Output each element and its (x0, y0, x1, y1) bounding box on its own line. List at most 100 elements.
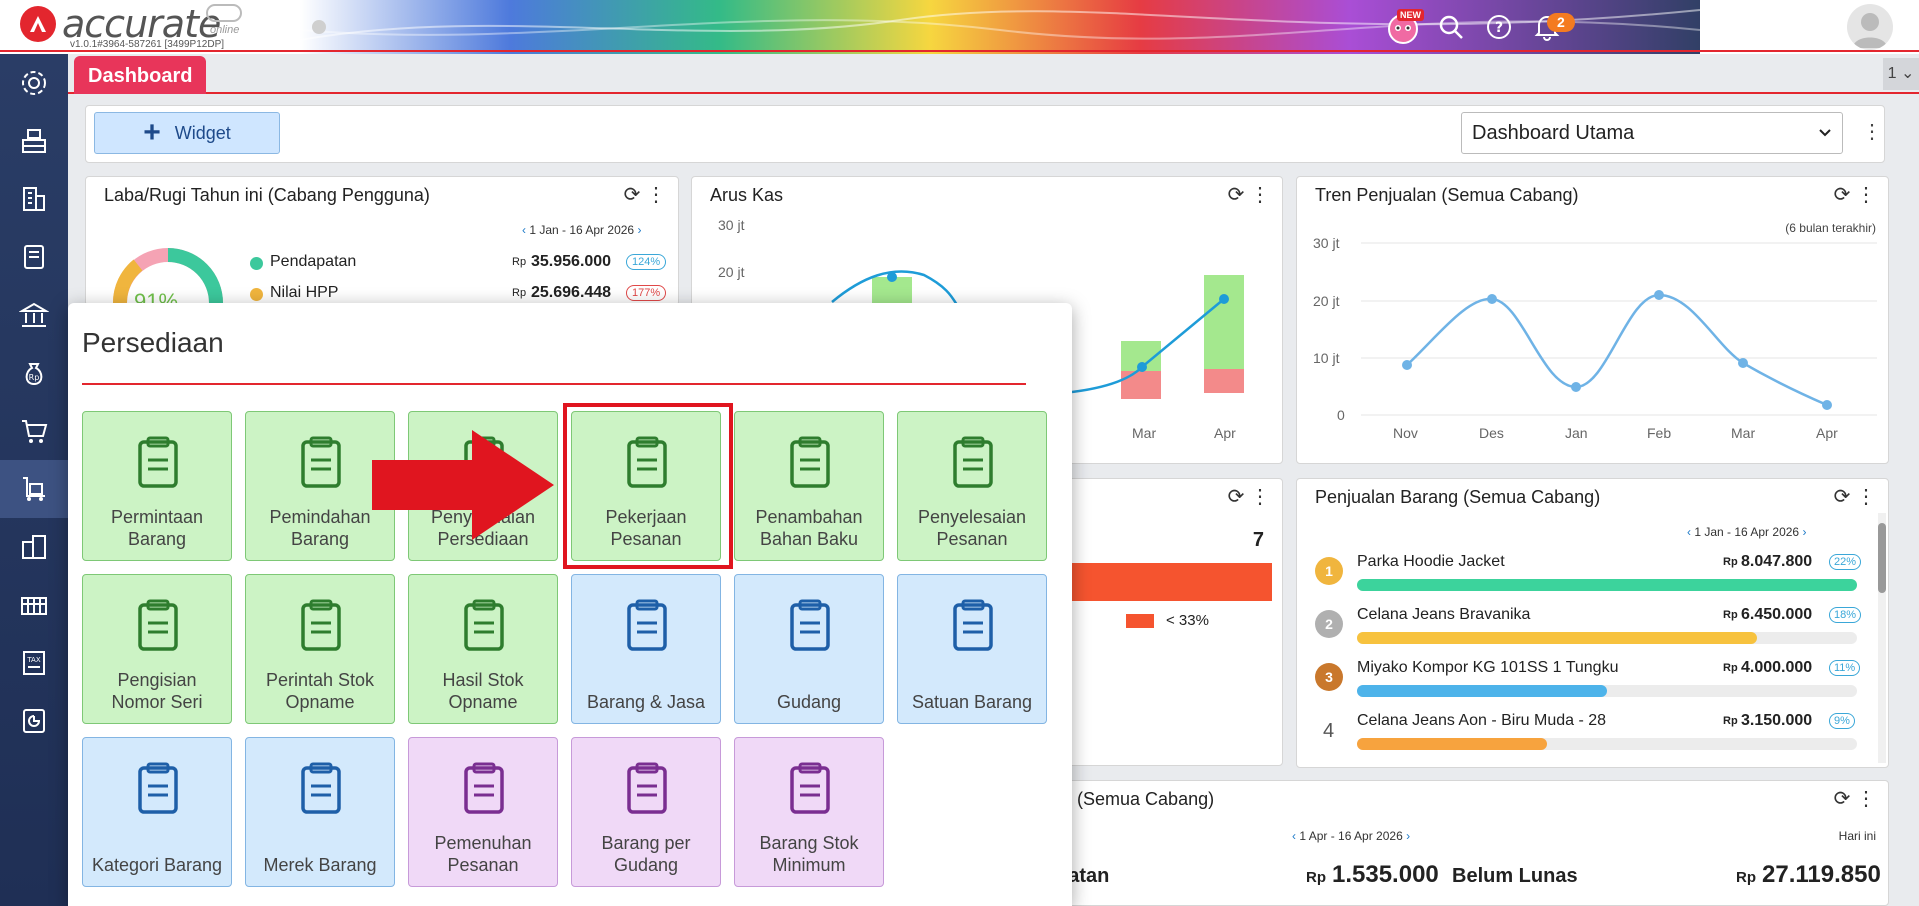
menu-tile[interactable]: Barang & Jasa (571, 574, 721, 724)
tile-label: Pengisian Nomor Seri (111, 670, 203, 712)
new-feature-button[interactable]: NEW (1385, 9, 1424, 45)
add-widget-button[interactable]: + Widget (94, 112, 280, 154)
more-icon[interactable]: ⋮ (646, 184, 666, 206)
chevron-right-icon[interactable]: › (1802, 525, 1806, 539)
item-currency: Rp (1723, 556, 1738, 568)
tab-dashboard[interactable]: Dashboard (74, 56, 207, 94)
scrollbar-thumb[interactable] (1878, 523, 1886, 593)
search-button[interactable] (1433, 9, 1469, 45)
sidebar-item-cashier[interactable] (0, 112, 68, 170)
menu-tile[interactable]: Satuan Barang (897, 574, 1047, 724)
penjualan-date-range[interactable]: ‹ 1 Jan - 16 Apr 2026 › (1687, 525, 1806, 539)
list-item[interactable]: 2 Celana Jeans Bravanika Rp 6.450.000 18% (1315, 606, 1865, 652)
order-fulfillment-icon (464, 762, 504, 814)
laba-row-badge: 177% (626, 285, 667, 301)
item-progress-track (1357, 579, 1857, 591)
chevron-down-icon (1819, 129, 1831, 137)
sidebar-item-ledger[interactable] (0, 228, 68, 286)
item-currency: Rp (1723, 662, 1738, 674)
laba-row-value: 35.956.000 (531, 253, 612, 270)
sidebar-item-settings[interactable] (0, 54, 68, 112)
persediaan-menu: Persediaan Permintaan Barang Pemindahan B… (68, 303, 1072, 906)
sidebar-item-tax[interactable]: TAX (0, 634, 68, 692)
menu-tile[interactable]: Merek Barang (245, 737, 395, 887)
scrollbar[interactable] (1878, 513, 1886, 763)
user-company-name[interactable]: Fifi Fashion (1715, 6, 1829, 32)
bottom-tools: ⟳ ⋮ (1834, 786, 1876, 811)
sidebar-item-sales[interactable] (0, 402, 68, 460)
chevron-right-icon[interactable]: › (637, 223, 641, 237)
chevron-left-icon[interactable]: ‹ (1687, 525, 1691, 539)
menu-tile[interactable]: Kategori Barang (82, 737, 232, 887)
forklift-transfer-icon (301, 436, 341, 488)
more-icon[interactable]: ⋮ (1856, 788, 1876, 810)
report-icon (23, 709, 45, 733)
item-name: Celana Jeans Bravanika (1357, 606, 1531, 623)
tile-label: Pemenuhan Pesanan (434, 833, 532, 875)
sidebar-item-bank[interactable] (0, 286, 68, 344)
building-icon (23, 187, 45, 211)
menu-tile[interactable]: Permintaan Barang (82, 411, 232, 561)
sidebar-item-manufacturing[interactable] (0, 576, 68, 634)
status-dot (312, 20, 326, 34)
menu-tile[interactable]: Barang per Gudang (571, 737, 721, 887)
menu-tile[interactable]: Barang Stok Minimum (734, 737, 884, 887)
notification-count: 2 (1547, 13, 1575, 32)
list-item[interactable]: 4 Celana Jeans Aon - Biru Muda - 28 Rp 3.15… (1315, 712, 1865, 758)
legend-dot (250, 288, 263, 301)
tab-overflow-menu[interactable]: 1 ⌄ (1883, 58, 1919, 90)
sidebar-item-cash[interactable]: Rp (0, 344, 68, 402)
search-icon (1439, 15, 1463, 39)
laba-date-range[interactable]: ‹ 1 Jan - 16 Apr 2026 › (522, 223, 641, 237)
bottom-note: Hari ini (1838, 829, 1876, 843)
menu-tile[interactable]: Gudang (734, 574, 884, 724)
sidebar-item-inventory[interactable] (0, 460, 68, 518)
sidebar-item-reports[interactable] (0, 692, 68, 750)
arus-x-label-mar: Mar (1132, 425, 1157, 441)
list-item[interactable]: 1 Parka Hoodie Jacket Rp 8.047.800 22% (1315, 553, 1865, 599)
refresh-icon[interactable]: ⟳ (624, 184, 641, 206)
chevron-left-icon[interactable]: ‹ (522, 223, 526, 237)
notification-button[interactable]: 2 (1529, 9, 1575, 45)
item-service-icon (627, 599, 667, 651)
laba-row-value: 25.696.448 (531, 284, 612, 301)
legend-swatch (1126, 614, 1154, 628)
more-icon[interactable]: ⋮ (1856, 486, 1876, 508)
menu-tile[interactable]: Pemenuhan Pesanan (408, 737, 558, 887)
item-badge: 11% (1829, 660, 1861, 676)
menu-tile[interactable]: Penyelesaian Pesanan (897, 411, 1047, 561)
bottom-date-range[interactable]: ‹ 1 Apr - 16 Apr 2026 › (1292, 829, 1410, 843)
app-logo[interactable]: accurate (20, 2, 221, 46)
menu-tile[interactable]: Penambahan Bahan Baku (734, 411, 884, 561)
chevron-right-icon[interactable]: › (1406, 829, 1410, 843)
laba-rugi-tools: ⟳ ⋮ (624, 182, 666, 207)
penjualan-barang-tools: ⟳ ⋮ (1834, 484, 1876, 509)
refresh-icon[interactable]: ⟳ (1834, 788, 1851, 810)
dashboard-select[interactable]: Dashboard Utama (1461, 112, 1843, 154)
add-widget-label: Widget (174, 122, 231, 143)
chevron-left-icon[interactable]: ‹ (1292, 829, 1296, 843)
highlight-box (563, 403, 733, 569)
logo-text: accurate (62, 2, 221, 46)
arus-bar-outflow (1121, 371, 1161, 399)
menu-tile[interactable]: Hasil Stok Opname (408, 574, 558, 724)
menu-tile[interactable]: Pengisian Nomor Seri (82, 574, 232, 724)
tren-x-jan: Jan (1565, 425, 1588, 441)
help-button[interactable]: ? (1481, 9, 1517, 45)
more-icon[interactable]: ⋮ (1250, 486, 1270, 508)
menu-tile[interactable]: Perintah Stok Opname (245, 574, 395, 724)
refresh-icon[interactable]: ⟳ (1228, 486, 1245, 508)
list-item[interactable]: 3 Miyako Kompor KG 101SS 1 Tungku Rp 4.000.… (1315, 659, 1865, 705)
toolbar-more-icon[interactable]: ⋮ (1862, 122, 1882, 142)
sidebar-item-assets[interactable] (0, 518, 68, 576)
avatar[interactable] (1847, 4, 1893, 50)
laba-rugi-title: Laba/Rugi Tahun ini (Cabang Pengguna) (104, 185, 430, 205)
version-label: v1.0.1#3964-587261 [3499P12DP] (70, 39, 225, 50)
tile-label: Hasil Stok Opname (442, 670, 524, 712)
legend-dot (250, 257, 263, 270)
laba-row-label: Nilai HPP (270, 284, 339, 301)
refresh-icon[interactable]: ⟳ (1834, 486, 1851, 508)
accurate-logo-icon (20, 6, 56, 42)
rank-number: 4 (1323, 720, 1335, 742)
sidebar-item-company[interactable] (0, 170, 68, 228)
